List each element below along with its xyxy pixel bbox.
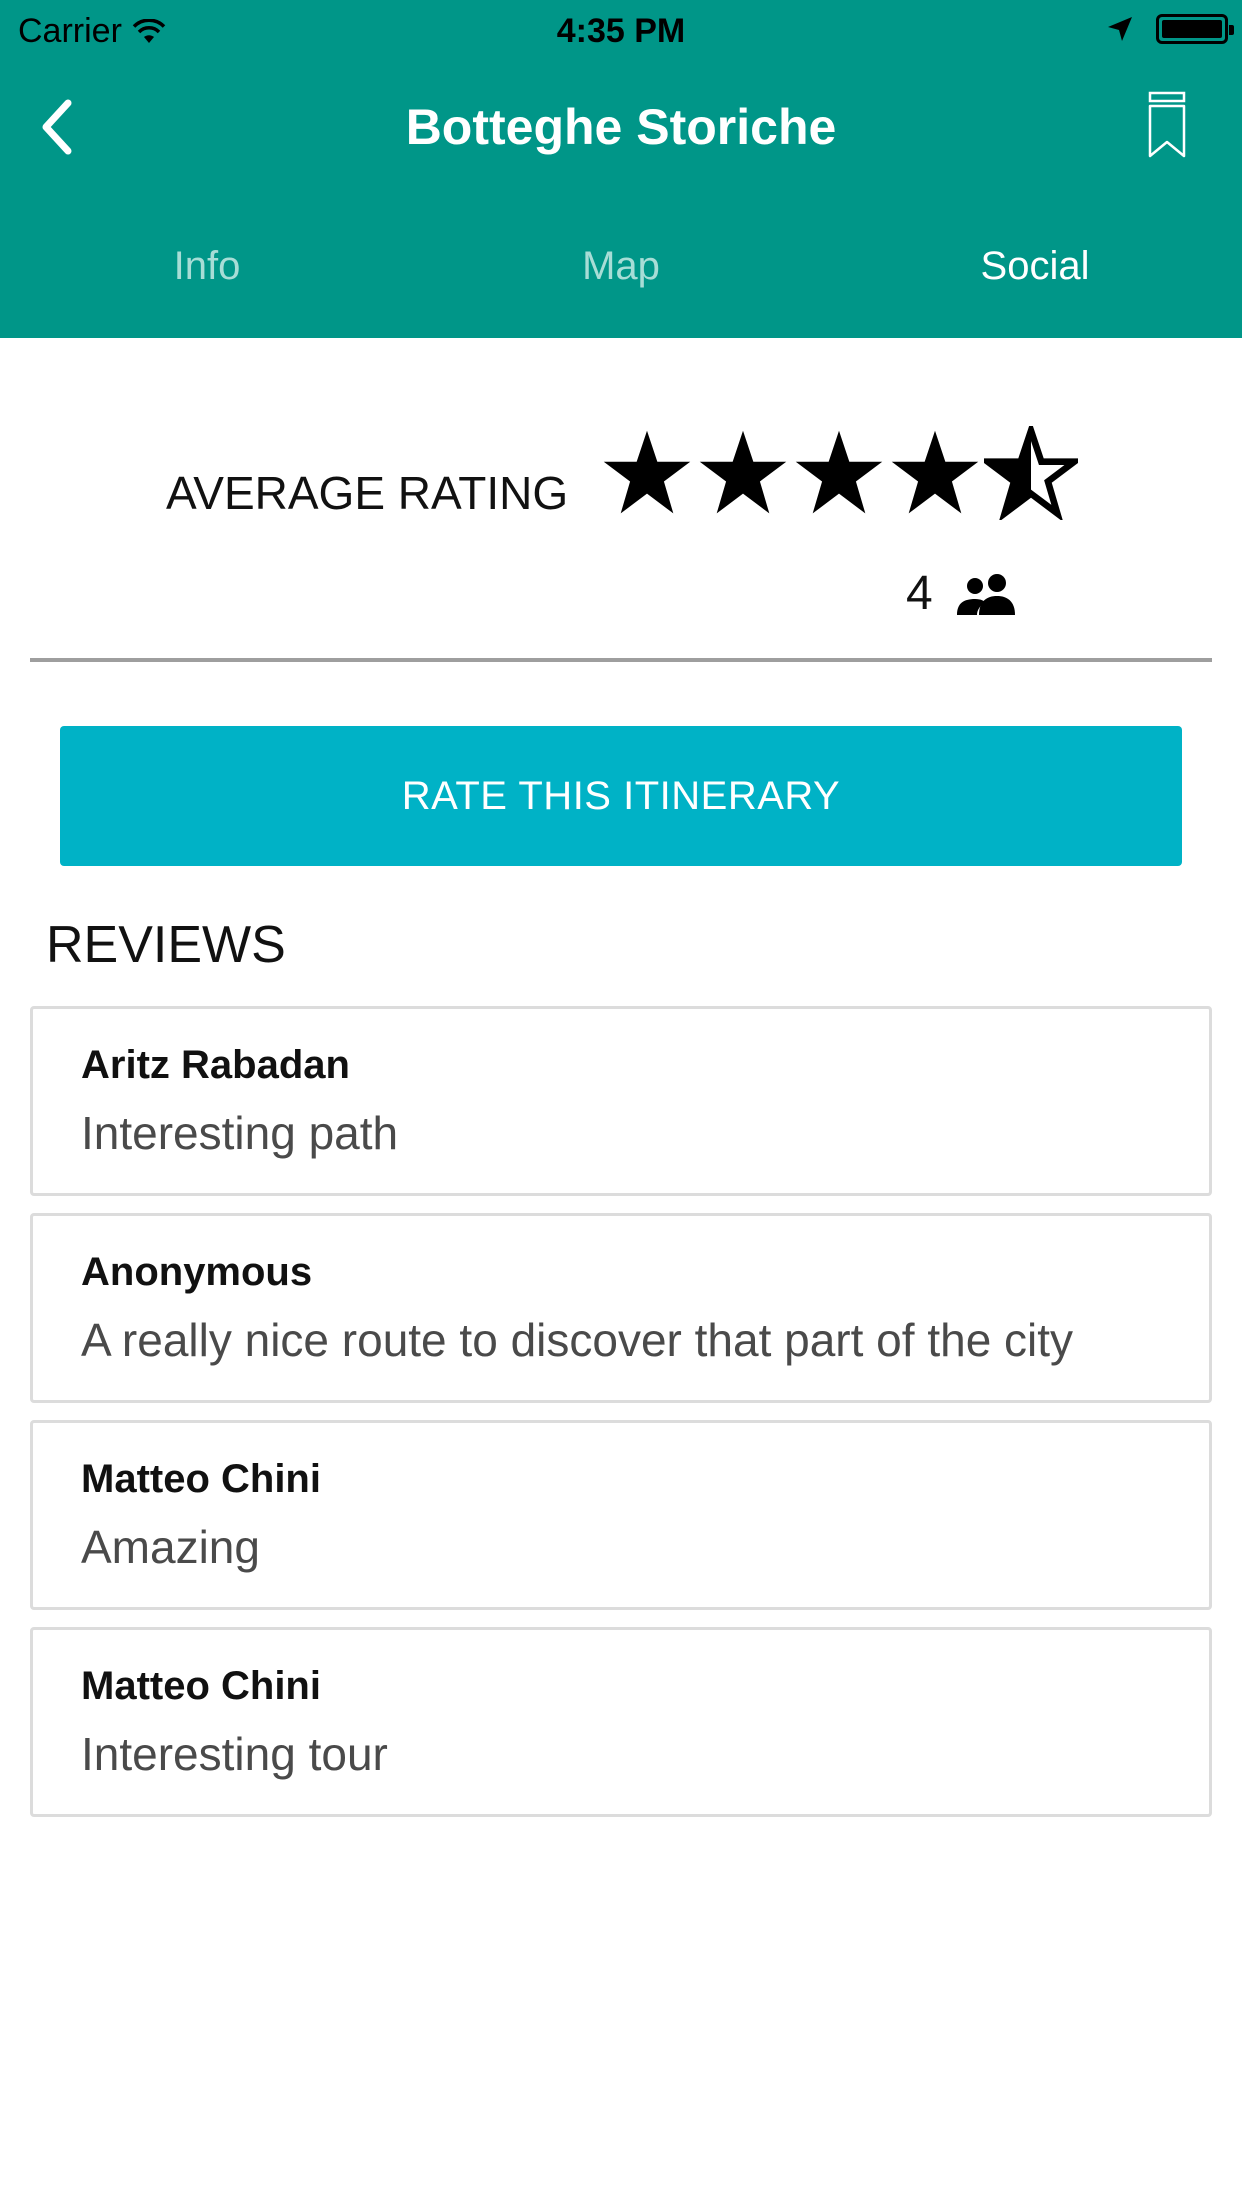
rating-section: AVERAGE RATING 4 — [0, 338, 1242, 668]
rating-count-value: 4 — [906, 567, 933, 620]
reviews-heading: REVIEWS — [46, 916, 286, 974]
review-card: Aritz Rabadan Interesting path — [30, 1006, 1212, 1196]
tab-info[interactable]: Info — [0, 192, 414, 338]
rating-stars — [600, 426, 1078, 520]
average-rating-label: AVERAGE RATING — [166, 467, 569, 519]
review-author: Matteo Chini — [81, 1664, 321, 1708]
review-text: A really nice route to discover that par… — [81, 1314, 1074, 1366]
review-card: Anonymous A really nice route to discove… — [30, 1213, 1212, 1403]
star-full-icon — [699, 430, 787, 514]
review-text: Interesting path — [81, 1107, 399, 1159]
review-card: Matteo Chini Amazing — [30, 1420, 1212, 1610]
review-author: Aritz Rabadan — [81, 1043, 350, 1087]
review-author: Anonymous — [81, 1250, 313, 1294]
location-arrow-icon — [1108, 17, 1132, 41]
review-author: Matteo Chini — [81, 1457, 321, 1501]
star-full-icon — [603, 430, 691, 514]
rating-divider — [30, 658, 1212, 662]
rate-itinerary-button[interactable]: RATE THIS ITINERARY — [60, 726, 1182, 866]
tab-social[interactable]: Social — [828, 192, 1242, 338]
star-full-icon — [891, 430, 979, 514]
battery-fill — [1162, 20, 1222, 38]
tab-map[interactable]: Map — [414, 192, 828, 338]
rating-count: 4 — [906, 566, 1017, 621]
star-half-icon — [984, 426, 1078, 520]
star-full-icon — [795, 430, 883, 514]
status-time: 4:35 PM — [556, 12, 686, 50]
review-text: Amazing — [81, 1521, 260, 1573]
tab-bar: Info Map Social — [0, 192, 1242, 338]
bookmark-button[interactable] — [1146, 90, 1192, 162]
status-bar: Carrier 4:35 PM — [0, 0, 1242, 60]
battery-icon — [1156, 14, 1234, 44]
people-icon — [956, 573, 1015, 615]
review-text: Interesting tour — [81, 1728, 388, 1780]
page-title: Botteghe Storiche — [405, 99, 837, 155]
reviews-list: Aritz Rabadan Interesting path Anonymous… — [30, 1006, 1212, 1834]
review-card: Matteo Chini Interesting tour — [30, 1627, 1212, 1817]
nav-bar: Botteghe Storiche — [0, 60, 1242, 192]
bookmark-icon — [1148, 91, 1186, 158]
